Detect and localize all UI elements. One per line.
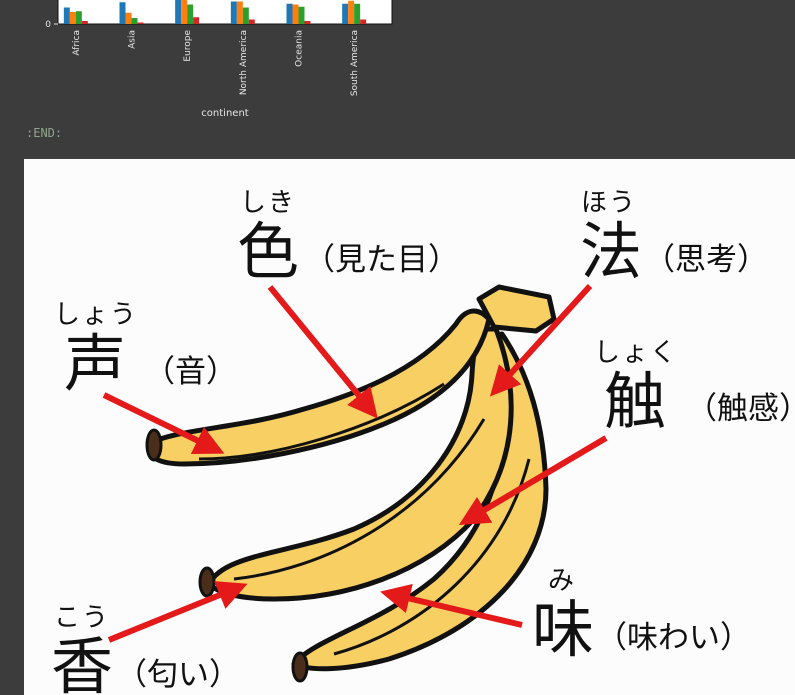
banana-tip-front bbox=[145, 428, 163, 462]
banana-drawing bbox=[102, 283, 608, 683]
x-tick-label: Africa bbox=[72, 30, 82, 56]
label-iro-ruby: しき bbox=[240, 188, 297, 218]
x-tick-label: South America bbox=[350, 30, 360, 96]
label-hou-ruby: ほう bbox=[581, 188, 638, 218]
bar-north-america-s3 bbox=[248, 19, 255, 24]
bar-europe-s1 bbox=[181, 0, 188, 24]
plot-area bbox=[57, 0, 393, 25]
label-shoku-meaning: （触感） bbox=[686, 391, 795, 427]
label-sei-ruby: しょう bbox=[54, 300, 139, 330]
x-tick-label: North America bbox=[239, 30, 249, 95]
x-tick-label: Europe bbox=[183, 30, 193, 62]
bar-asia-s0 bbox=[119, 2, 126, 24]
label-kou-meaning: （匂い） bbox=[116, 657, 240, 693]
label-kou-kanji: 香 bbox=[51, 630, 114, 695]
banana-illustration: しき 色 （見た目） ほう 法 （思考） しょう 声 （音） しょく 触 （触感… bbox=[24, 159, 795, 695]
label-hou-meaning: （思考） bbox=[644, 242, 768, 278]
bar-africa-s2 bbox=[75, 11, 82, 24]
bar-north-america-s2 bbox=[242, 7, 249, 24]
bar-asia-s2 bbox=[131, 18, 138, 24]
bar-oceania-s3 bbox=[304, 21, 311, 24]
banana-tip-middle bbox=[198, 566, 216, 598]
label-kou-ruby: こう bbox=[54, 603, 111, 633]
bar-north-america-s1 bbox=[236, 1, 243, 24]
y-tick-label: 0 bbox=[45, 20, 51, 30]
x-tick-label: Oceania bbox=[295, 30, 305, 67]
arrow-kou bbox=[107, 581, 248, 643]
bar-asia-s3 bbox=[137, 22, 144, 24]
x-tick-labels: Africa Asia Europe North America Oceania Sout… bbox=[72, 30, 360, 97]
label-mi-kanji: 味 bbox=[532, 593, 595, 666]
bar-north-america-s0 bbox=[230, 1, 237, 24]
arrow-iro bbox=[267, 285, 378, 419]
label-shoku-kanji: 触 bbox=[604, 365, 667, 438]
end-marker: :END: bbox=[26, 126, 63, 140]
label-mi-ruby: み bbox=[548, 566, 577, 596]
label-sei-meaning: （音） bbox=[144, 354, 237, 390]
x-tick-label: Asia bbox=[128, 30, 138, 49]
bar-chart: 0 continent Africa Asia Europe North Americ… bbox=[0, 0, 420, 125]
banana-tip-back bbox=[291, 651, 309, 683]
chart-svg: 0 continent Africa Asia Europe North Americ… bbox=[45, 0, 393, 119]
bar-south-america-s0 bbox=[342, 3, 349, 24]
bar-europe-s2 bbox=[187, 4, 194, 24]
bar-oceania-s1 bbox=[292, 4, 299, 24]
label-iro-kanji: 色 bbox=[237, 215, 300, 288]
label-mi-meaning: （味わい） bbox=[596, 620, 751, 656]
bar-europe-s3 bbox=[193, 17, 200, 24]
bar-africa-s1 bbox=[69, 12, 76, 24]
bar-europe-s0 bbox=[175, 0, 182, 24]
bar-south-america-s2 bbox=[354, 3, 361, 24]
bar-africa-s3 bbox=[81, 21, 88, 24]
bar-oceania-s0 bbox=[286, 3, 293, 24]
label-hou-kanji: 法 bbox=[580, 215, 643, 288]
label-sei-kanji: 声 bbox=[64, 327, 127, 400]
banana-stem bbox=[476, 284, 557, 334]
bar-oceania-s2 bbox=[298, 6, 305, 24]
bar-south-america-s1 bbox=[348, 0, 355, 24]
bar-asia-s1 bbox=[125, 12, 132, 24]
bar-africa-s0 bbox=[63, 7, 70, 24]
label-iro-meaning: （見た目） bbox=[304, 242, 459, 278]
label-shoku-ruby: しょく bbox=[594, 338, 679, 368]
bar-south-america-s3 bbox=[360, 19, 367, 24]
x-axis-title: continent bbox=[201, 108, 248, 119]
